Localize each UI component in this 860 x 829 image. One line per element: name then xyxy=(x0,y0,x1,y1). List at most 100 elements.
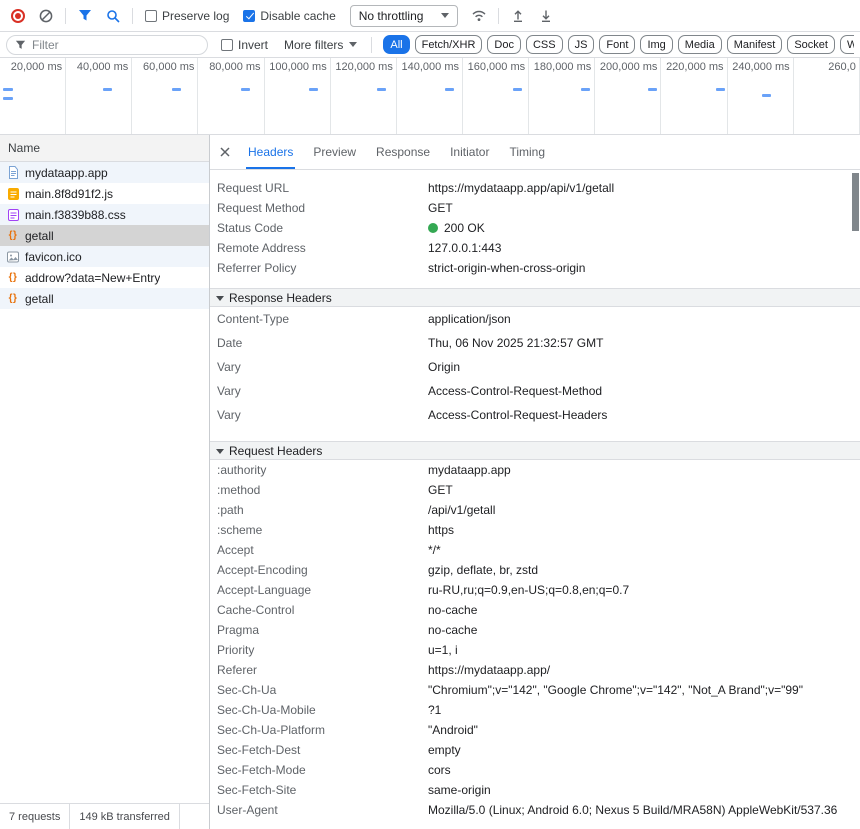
filter-toggle-button[interactable] xyxy=(72,3,98,29)
header-name: Content-Type xyxy=(210,307,428,331)
request-headers-section[interactable]: Request Headers xyxy=(210,441,860,460)
timeline-segment: 200,000 ms xyxy=(595,58,661,134)
column-header-name[interactable]: Name xyxy=(0,135,209,162)
header-value: u=1, i xyxy=(428,640,860,660)
funnel-icon xyxy=(15,40,26,50)
name-column-label: Name xyxy=(8,141,40,155)
tab-headers[interactable]: Headers xyxy=(238,135,303,169)
request-row[interactable]: mydataapp.app xyxy=(0,162,209,183)
header-name: Date xyxy=(210,331,428,355)
headers-panel: Request URLhttps://mydataapp.app/api/v1/… xyxy=(210,170,860,829)
header-row: VaryAccess-Control-Request-Method xyxy=(210,379,860,403)
search-icon xyxy=(106,9,120,23)
filter-type-media[interactable]: Media xyxy=(678,35,722,54)
timeline-label: 120,000 ms xyxy=(331,58,396,73)
filter-type-socket[interactable]: Socket xyxy=(787,35,835,54)
timeline-segment: 100,000 ms xyxy=(265,58,331,134)
header-value: mydataapp.app xyxy=(428,460,860,480)
header-row: VaryOrigin xyxy=(210,355,860,379)
timeline-overview[interactable]: 20,000 ms40,000 ms60,000 ms80,000 ms100,… xyxy=(0,58,860,135)
header-name: Vary xyxy=(210,403,428,427)
header-row: Request URLhttps://mydataapp.app/api/v1/… xyxy=(210,178,860,198)
header-value: GET xyxy=(428,480,860,500)
header-name: Remote Address xyxy=(210,238,428,258)
search-button[interactable] xyxy=(100,3,126,29)
header-value: empty xyxy=(428,740,860,760)
tab-timing[interactable]: Timing xyxy=(499,135,555,169)
tab-response[interactable]: Response xyxy=(366,135,440,169)
filter-input[interactable] xyxy=(32,38,199,52)
header-name: :method xyxy=(210,480,428,500)
header-name: Vary xyxy=(210,355,428,379)
preserve-log-checkbox[interactable]: Preserve log xyxy=(139,9,235,23)
more-filters-button[interactable]: More filters xyxy=(281,38,360,52)
filter-type-doc[interactable]: Doc xyxy=(487,35,521,54)
scrollbar[interactable] xyxy=(851,171,860,829)
close-detail-button[interactable] xyxy=(212,139,238,165)
waterfall-mark xyxy=(3,88,13,91)
header-value: no-cache xyxy=(428,620,860,640)
more-filters-label: More filters xyxy=(284,38,343,52)
timeline-label: 140,000 ms xyxy=(397,58,462,73)
filter-type-manifest[interactable]: Manifest xyxy=(727,35,783,54)
header-value: strict-origin-when-cross-origin xyxy=(428,258,860,278)
disable-cache-checkbox[interactable]: Disable cache xyxy=(237,9,341,23)
request-row[interactable]: {}getall xyxy=(0,288,209,309)
tab-preview[interactable]: Preview xyxy=(303,135,366,169)
header-name: User-Agent xyxy=(210,800,428,820)
timeline-segment: 40,000 ms xyxy=(66,58,132,134)
header-value: 200 OK xyxy=(428,218,860,238)
filter-field[interactable] xyxy=(6,35,208,55)
header-row: DateThu, 06 Nov 2025 21:32:57 GMT xyxy=(210,331,860,355)
request-row[interactable]: main.8f8d91f2.js xyxy=(0,183,209,204)
record-button[interactable] xyxy=(5,3,31,29)
filter-type-fetchxhr[interactable]: Fetch/XHR xyxy=(415,35,483,54)
detail-tabbar: HeadersPreviewResponseInitiatorTiming xyxy=(210,135,860,170)
status-ok-icon xyxy=(428,223,438,233)
scrollbar-thumb[interactable] xyxy=(852,173,859,231)
waterfall-mark xyxy=(309,88,318,91)
timeline-segment: 20,000 ms xyxy=(0,58,66,134)
waterfall-mark xyxy=(716,88,725,91)
filter-type-wasm[interactable]: Wasm xyxy=(840,35,854,54)
filter-type-font[interactable]: Font xyxy=(599,35,635,54)
tab-initiator[interactable]: Initiator xyxy=(440,135,499,169)
request-count: 7 requests xyxy=(0,804,70,829)
invert-checkbox[interactable]: Invert xyxy=(215,38,274,52)
network-panel: Name mydataapp.appmain.8f8d91f2.jsmain.f… xyxy=(0,135,860,829)
transferred-size: 149 kB transferred xyxy=(70,804,180,829)
preserve-log-label: Preserve log xyxy=(162,9,229,23)
close-icon xyxy=(219,146,231,158)
import-har-button[interactable] xyxy=(505,3,531,29)
header-row: Sec-Fetch-Modecors xyxy=(210,760,860,780)
header-name: Accept xyxy=(210,540,428,560)
header-row: Sec-Fetch-Sitesame-origin xyxy=(210,780,860,800)
request-row[interactable]: favicon.ico xyxy=(0,246,209,267)
request-row[interactable]: {}getall xyxy=(0,225,209,246)
filter-type-css[interactable]: CSS xyxy=(526,35,563,54)
network-conditions-button[interactable] xyxy=(466,3,492,29)
timeline-label: 240,000 ms xyxy=(728,58,793,73)
export-har-button[interactable] xyxy=(533,3,559,29)
requests-panel: Name mydataapp.appmain.8f8d91f2.jsmain.f… xyxy=(0,135,210,829)
checkbox-unchecked-icon xyxy=(221,39,233,51)
header-name: Referer xyxy=(210,660,428,680)
summary-bar: 7 requests 149 kB transferred xyxy=(0,803,209,829)
request-row[interactable]: main.f3839b88.css xyxy=(0,204,209,225)
header-row: Sec-Ch-Ua-Platform"Android" xyxy=(210,720,860,740)
header-value: ?1 xyxy=(428,700,860,720)
throttling-select[interactable]: No throttling xyxy=(350,5,459,27)
fetch-icon: {} xyxy=(6,272,20,283)
filter-type-js[interactable]: JS xyxy=(568,35,595,54)
header-name: Vary xyxy=(210,379,428,403)
clear-button[interactable] xyxy=(33,3,59,29)
css-icon xyxy=(6,209,20,221)
header-name: Sec-Ch-Ua-Platform xyxy=(210,720,428,740)
clear-icon xyxy=(38,8,54,24)
response-headers-section[interactable]: Response Headers xyxy=(210,288,860,307)
filter-type-all[interactable]: All xyxy=(383,35,409,54)
filter-type-img[interactable]: Img xyxy=(640,35,672,54)
request-row[interactable]: {}addrow?data=New+Entry xyxy=(0,267,209,288)
header-row: :path/api/v1/getall xyxy=(210,500,860,520)
request-headers-title: Request Headers xyxy=(229,444,322,458)
